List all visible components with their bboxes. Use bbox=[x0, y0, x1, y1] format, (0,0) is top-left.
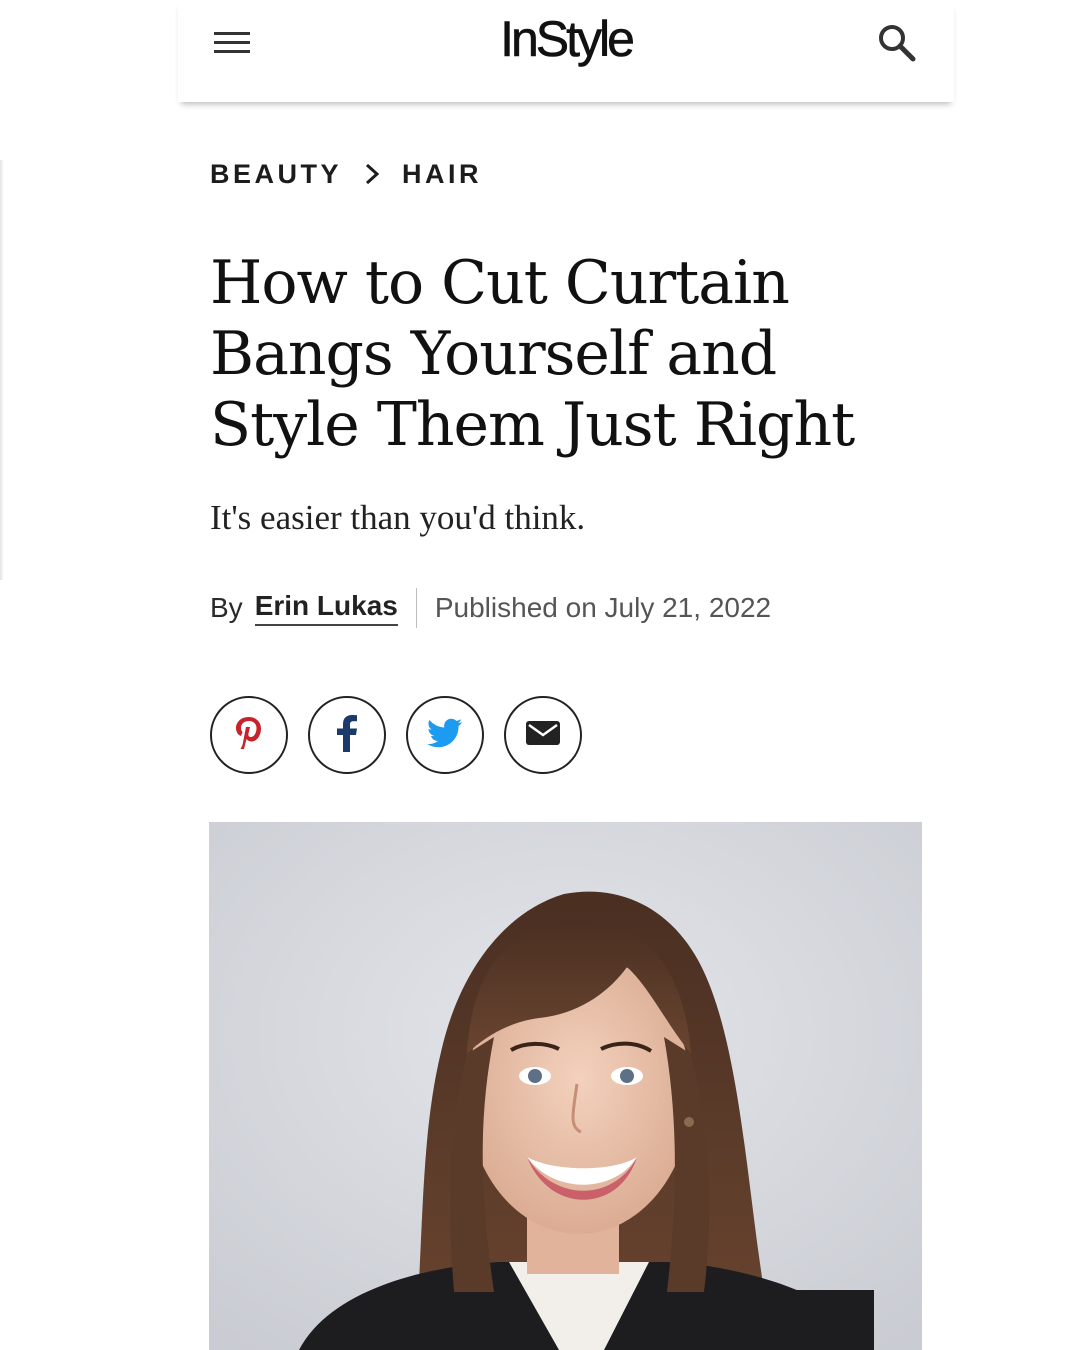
author-link[interactable]: Erin Lukas bbox=[254, 590, 398, 626]
chevron-right-icon bbox=[364, 162, 380, 186]
breadcrumb-hair[interactable]: HAIR bbox=[402, 159, 482, 190]
twitter-share-button[interactable] bbox=[406, 696, 484, 774]
headline-line: Style Them Just Right bbox=[210, 390, 855, 460]
headline-line: How to Cut Curtain bbox=[210, 248, 790, 318]
hero-photo bbox=[209, 822, 922, 1350]
publish-date: Published on July 21, 2022 bbox=[434, 592, 772, 623]
page-edge-shadow bbox=[0, 160, 4, 580]
share-bar bbox=[210, 696, 602, 774]
email-icon bbox=[525, 719, 561, 752]
pinterest-icon bbox=[234, 715, 264, 756]
site-header: InStyle bbox=[178, 0, 954, 102]
byline-divider bbox=[415, 588, 417, 628]
site-logo[interactable]: InStyle bbox=[178, 10, 954, 68]
search-icon[interactable] bbox=[876, 22, 918, 64]
breadcrumb: BEAUTY HAIR bbox=[210, 154, 482, 194]
facebook-share-button[interactable] bbox=[308, 696, 386, 774]
email-share-button[interactable] bbox=[504, 696, 582, 774]
headline-line: Bangs Yourself and bbox=[210, 319, 777, 389]
pinterest-share-button[interactable] bbox=[210, 696, 288, 774]
byline-prefix: By bbox=[210, 592, 243, 623]
facebook-icon bbox=[336, 714, 358, 757]
byline: By Erin Lukas Published on July 21, 2022 bbox=[210, 586, 771, 630]
article-dek: It's easier than you'd think. bbox=[210, 498, 586, 537]
breadcrumb-beauty[interactable]: BEAUTY bbox=[210, 159, 342, 190]
hero-image bbox=[209, 822, 922, 1350]
article-headline: How to Cut Curtain Bangs Yourself and St… bbox=[210, 248, 930, 461]
twitter-icon bbox=[427, 718, 463, 753]
